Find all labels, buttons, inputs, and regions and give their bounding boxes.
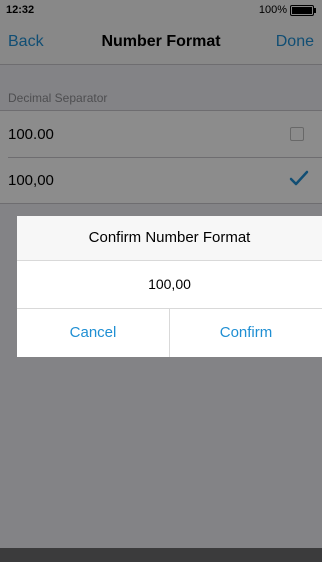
dialog-header: Confirm Number Format: [17, 216, 322, 261]
dialog-buttons: Cancel Confirm: [17, 309, 322, 357]
bottom-strip: [0, 548, 322, 562]
dialog-body: 100,00: [17, 261, 322, 309]
dialog-message: 100,00: [148, 276, 191, 292]
dialog-title: Confirm Number Format: [88, 229, 251, 246]
confirm-dialog: Confirm Number Format 100,00 Cancel Conf…: [17, 216, 322, 357]
confirm-button[interactable]: Confirm: [169, 309, 322, 357]
cancel-button[interactable]: Cancel: [17, 309, 169, 357]
screen: 12:32 100% Back Number Format Done Decim…: [0, 0, 322, 562]
